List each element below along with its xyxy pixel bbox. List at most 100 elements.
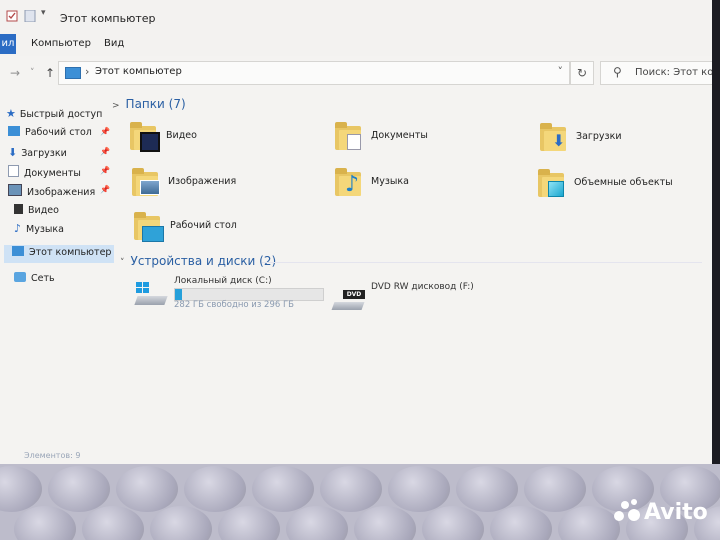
navigation-pane: ★ Быстрый доступ Рабочий стол 📌 ⬇ Загрузки… <box>0 95 116 455</box>
sidebar-item-label: Изображения <box>27 187 96 198</box>
laptop-palmrest <box>0 464 720 540</box>
file-tab[interactable]: ил <box>0 34 16 54</box>
dvd-drive-icon: DVD <box>331 290 365 312</box>
computer-icon <box>65 67 81 79</box>
status-bar-count: Элементов: 9 <box>24 451 81 460</box>
palmrest-dot <box>320 466 382 512</box>
drive-label: Локальный диск (C:) <box>174 276 272 286</box>
folder-label: Рабочий стол <box>170 220 237 231</box>
sidebar-item-this-pc[interactable]: Этот компьютер <box>4 245 114 263</box>
tab-computer[interactable]: Компьютер <box>31 38 91 49</box>
folder-tile-downloads[interactable]: ⬇ Загрузки <box>540 123 712 163</box>
palmrest-dot <box>218 506 280 540</box>
drive-usage-fill <box>175 289 183 300</box>
new-folder-icon[interactable] <box>24 9 36 25</box>
sidebar-item-downloads[interactable]: ⬇ Загрузки 📌 <box>8 146 110 164</box>
devices-group-header[interactable]: ˅ Устройства и диски (2) <box>120 254 276 268</box>
tab-view[interactable]: Вид <box>104 38 124 49</box>
pin-icon: 📌 <box>100 127 110 136</box>
ribbon: ил Компьютер Вид <box>0 32 712 57</box>
sidebar-item-label: Сеть <box>31 273 55 284</box>
sidebar-item-pictures[interactable]: Изображения 📌 <box>8 184 110 202</box>
drive-tile-c[interactable]: Локальный диск (C:) 282 ГБ свободно из 2… <box>134 272 346 312</box>
sidebar-item-video[interactable]: Видео <box>14 204 59 222</box>
pin-icon: 📌 <box>100 166 110 175</box>
sidebar-item-music[interactable]: ♪ Музыка <box>14 222 64 240</box>
palmrest-dot <box>48 466 110 512</box>
pin-icon: 📌 <box>100 147 110 156</box>
star-icon: ★ <box>6 107 16 120</box>
folder-label: Загрузки <box>576 131 622 142</box>
folders-group-header[interactable]: > Папки (7) <box>112 97 186 111</box>
sidebar-item-network[interactable]: Сеть <box>14 272 55 290</box>
address-dropdown-icon[interactable]: ˅ <box>558 65 564 78</box>
folder-tile-documents[interactable]: Документы <box>335 122 535 162</box>
folder-label: Музыка <box>371 176 409 187</box>
properties-icon[interactable] <box>6 10 18 25</box>
downloads-folder-icon: ⬇ <box>540 123 568 153</box>
refresh-icon: ↻ <box>576 66 588 80</box>
palmrest-dot <box>0 466 42 512</box>
sidebar-item-documents[interactable]: Документы 📌 <box>8 165 110 183</box>
folder-label: Видео <box>166 130 197 141</box>
pin-icon: 📌 <box>100 185 110 194</box>
address-row: → ˅ ↑ › Этот компьютер ˅ ↻ ⚲ Поиск: Этот… <box>0 56 712 88</box>
sidebar-item-desktop[interactable]: Рабочий стол 📌 <box>8 126 110 144</box>
sidebar-item-label: Документы <box>24 168 81 179</box>
palmrest-dot <box>286 506 348 540</box>
sidebar-item-label: Рабочий стол <box>25 127 92 138</box>
customize-toolbar-icon[interactable]: ▾ <box>41 8 46 18</box>
palmrest-dot <box>456 466 518 512</box>
screen-bezel <box>712 0 720 540</box>
address-bar[interactable]: › Этот компьютер ˅ <box>58 61 570 85</box>
drive-label: DVD RW дисковод (F:) <box>371 282 474 292</box>
sidebar-item-label: Видео <box>28 205 59 216</box>
video-folder-icon <box>130 122 160 152</box>
sidebar-item-label: Загрузки <box>21 148 67 159</box>
palmrest-dot <box>82 506 144 540</box>
window-title: Этот компьютер <box>60 12 156 25</box>
avito-logo-icon <box>614 499 640 523</box>
search-icon: ⚲ <box>613 65 622 79</box>
sidebar-item-label: Быстрый доступ <box>19 109 103 120</box>
3d-objects-folder-icon <box>538 169 566 199</box>
chevron-down-icon: ˅ <box>120 258 125 268</box>
folder-tile-3d-objects[interactable]: Объемные объекты <box>538 169 712 209</box>
palmrest-dot <box>184 466 246 512</box>
explorer-window: ▾ Этот компьютер ил Компьютер Вид → ˅ ↑ … <box>0 0 712 464</box>
watermark-text: Avito <box>644 500 708 525</box>
desktop-icon <box>8 126 20 136</box>
recent-dropdown-icon[interactable]: ˅ <box>30 68 35 78</box>
computer-icon <box>12 246 24 256</box>
group-title: Устройства и диски (2) <box>130 254 277 268</box>
download-icon: ⬇ <box>8 146 18 159</box>
palmrest-dot <box>14 506 76 540</box>
group-title: Папки (7) <box>125 97 186 111</box>
breadcrumb-separator: › <box>85 65 90 78</box>
pictures-icon <box>8 184 22 196</box>
folder-tile-pictures[interactable]: Изображения <box>132 168 332 208</box>
sidebar-item-quick-access[interactable]: ★ Быстрый доступ <box>6 107 102 125</box>
folder-label: Изображения <box>168 176 237 187</box>
palmrest-dot <box>388 466 450 512</box>
breadcrumb[interactable]: Этот компьютер <box>95 66 182 77</box>
folder-tile-music[interactable]: ♪ Музыка <box>335 168 535 208</box>
palmrest-dot <box>150 506 212 540</box>
forward-arrow-icon[interactable]: → <box>10 66 20 80</box>
palmrest-dot <box>116 466 178 512</box>
search-input[interactable]: ⚲ Поиск: Этот компьютер <box>600 61 712 85</box>
folder-tile-video[interactable]: Видео <box>130 122 330 162</box>
avito-watermark: Avito <box>614 498 708 528</box>
refresh-button[interactable]: ↻ <box>570 61 594 85</box>
group-divider <box>262 262 702 263</box>
windows-drive-icon <box>134 282 168 306</box>
sidebar-item-label: Музыка <box>26 224 64 235</box>
title-bar: ▾ Этот компьютер <box>0 0 712 32</box>
folder-label: Документы <box>371 130 428 141</box>
up-arrow-icon[interactable]: ↑ <box>45 66 55 80</box>
video-icon <box>14 204 23 214</box>
music-icon: ♪ <box>14 222 22 235</box>
drive-tile-dvd[interactable]: DVD DVD RW дисковод (F:) <box>331 278 543 318</box>
folder-tile-desktop[interactable]: Рабочий стол <box>134 212 334 252</box>
network-icon <box>14 272 26 282</box>
